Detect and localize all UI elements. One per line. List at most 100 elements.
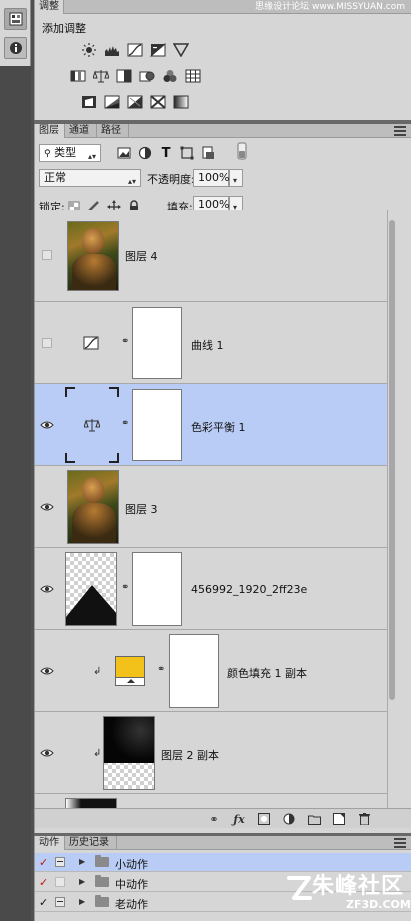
filter-kind-label: 类型	[54, 146, 77, 159]
layer-thumbnail[interactable]	[67, 470, 119, 544]
filter-smart-object-icon[interactable]	[199, 145, 217, 161]
eye-icon[interactable]	[40, 664, 54, 678]
trash-icon[interactable]	[357, 812, 371, 826]
check-icon[interactable]: ✓	[39, 876, 48, 889]
action-set-name[interactable]: 老动作	[115, 896, 148, 912]
check-icon[interactable]: ✓	[39, 856, 48, 869]
layers-list: 图层 4 ⚭ 曲线 1 ⚭ 色彩平衡 1 图层 3 ⚭ 456992_1920_…	[35, 210, 387, 808]
layer-mask-thumbnail[interactable]	[132, 307, 182, 379]
layer-name[interactable]: 图层 4	[125, 248, 158, 264]
expand-triangle-icon[interactable]: ▶	[79, 857, 85, 866]
expand-triangle-icon[interactable]: ▶	[79, 877, 85, 886]
layer-row[interactable]: 图层 4	[35, 210, 387, 302]
add-mask-icon[interactable]	[257, 812, 271, 826]
layer-name[interactable]: 图层 3	[125, 501, 158, 517]
layer-mask-thumbnail[interactable]	[132, 552, 182, 626]
opacity-label: 不透明度:	[147, 173, 195, 186]
filter-shape-icon[interactable]	[178, 145, 196, 161]
dialog-toggle-icon[interactable]	[55, 877, 65, 887]
opacity-field[interactable]: 100%	[193, 169, 229, 187]
color-balance-icon[interactable]	[92, 68, 110, 84]
color-lookup-icon[interactable]	[184, 68, 202, 84]
layer-thumbnail[interactable]	[103, 716, 155, 790]
action-set-name[interactable]: 中动作	[115, 876, 148, 892]
expand-triangle-icon[interactable]: ▶	[79, 897, 85, 906]
link-icon[interactable]: ⚭	[121, 418, 129, 429]
new-group-icon[interactable]	[307, 812, 321, 826]
visibility-toggle[interactable]	[42, 250, 52, 260]
layer-filter-select[interactable]: ⚲ 类型 ▴▾	[39, 144, 101, 162]
layer-mask-thumbnail[interactable]	[169, 634, 219, 708]
posterize-icon[interactable]	[103, 94, 121, 110]
threshold-icon[interactable]	[126, 94, 144, 110]
action-set-name[interactable]: 小动作	[115, 856, 148, 872]
eye-icon[interactable]	[40, 500, 54, 514]
check-icon[interactable]: ✓	[39, 896, 48, 909]
info-dock-icon[interactable]	[4, 37, 27, 59]
selective-color-icon[interactable]	[149, 94, 167, 110]
new-adjustment-icon[interactable]	[282, 812, 296, 826]
blend-mode-select[interactable]: 正常 ▴▾	[39, 169, 141, 187]
layer-thumbnail[interactable]	[65, 552, 117, 626]
portrait-face	[82, 477, 104, 503]
opacity-dropdown-button[interactable]: ▾	[229, 169, 243, 187]
layer-thumbnail[interactable]	[65, 798, 117, 808]
exposure-icon[interactable]	[149, 42, 167, 58]
link-icon[interactable]: ⚭	[121, 582, 129, 593]
tab-channels[interactable]: 通道	[65, 124, 97, 138]
gradient-map-icon[interactable]	[172, 94, 190, 110]
eye-icon[interactable]	[40, 746, 54, 760]
fill-color-swatch[interactable]	[115, 656, 145, 686]
tab-adjustments[interactable]: 调整	[35, 0, 64, 14]
layer-thumbnail[interactable]	[67, 221, 119, 291]
layers-panel-menu-icon[interactable]	[394, 126, 406, 136]
visibility-toggle[interactable]	[42, 338, 52, 348]
tab-history[interactable]: 历史记录	[65, 836, 117, 850]
tab-layers[interactable]: 图层	[35, 124, 65, 138]
brightness-contrast-icon[interactable]	[80, 42, 98, 58]
levels-icon[interactable]	[103, 42, 121, 58]
layer-mask-thumbnail[interactable]	[132, 389, 182, 461]
tab-actions[interactable]: 动作	[35, 836, 65, 850]
invert-icon[interactable]	[80, 94, 98, 110]
layer-name[interactable]: 颜色填充 1 副本	[227, 665, 307, 681]
layer-row-selected[interactable]: ⚭ 色彩平衡 1	[35, 384, 387, 466]
layer-row[interactable]	[35, 794, 387, 808]
layer-name[interactable]: 图层 2 副本	[161, 747, 219, 763]
link-icon[interactable]: ⚭	[121, 336, 129, 347]
curves-icon[interactable]	[126, 42, 144, 58]
layer-row[interactable]: ↲ 图层 2 副本	[35, 712, 387, 794]
folder-icon	[95, 855, 109, 867]
link-layers-icon[interactable]: ⚭	[207, 812, 221, 826]
eye-icon[interactable]	[40, 582, 54, 596]
link-icon[interactable]: ⚭	[157, 664, 165, 675]
fx-icon[interactable]: ƒx	[232, 812, 246, 826]
eye-icon[interactable]	[40, 418, 54, 432]
black-white-icon[interactable]	[115, 68, 133, 84]
dialog-toggle-icon[interactable]	[55, 857, 65, 867]
layer-row[interactable]: ↲ ⚭ 颜色填充 1 副本	[35, 630, 387, 712]
filter-adjustment-icon[interactable]	[136, 145, 154, 161]
channel-mixer-icon[interactable]	[161, 68, 179, 84]
photo-filter-icon[interactable]	[138, 68, 156, 84]
dialog-toggle-icon[interactable]	[55, 897, 65, 907]
vibrance-icon[interactable]	[172, 42, 190, 58]
new-layer-icon[interactable]	[332, 812, 346, 826]
layers-scrollbar[interactable]	[387, 210, 395, 808]
filter-type-icon[interactable]: T	[157, 145, 175, 161]
layer-row[interactable]: ⚭ 曲线 1	[35, 302, 387, 384]
layer-name[interactable]: 色彩平衡 1	[191, 419, 246, 435]
adjustment-thumbnail-frame[interactable]	[65, 387, 119, 463]
adjustments-dock-icon[interactable]	[4, 8, 27, 30]
filter-toggle-icon[interactable]	[233, 142, 251, 160]
scrollbar-thumb[interactable]	[389, 220, 395, 700]
layer-row[interactable]: ⚭ 456992_1920_2ff23e	[35, 548, 387, 630]
hue-saturation-icon[interactable]	[69, 68, 87, 84]
layer-name[interactable]: 456992_1920_2ff23e	[191, 583, 307, 596]
actions-panel-menu-icon[interactable]	[394, 838, 406, 848]
color-balance-adjustment-icon	[83, 417, 101, 433]
layer-row[interactable]: 图层 3	[35, 466, 387, 548]
filter-pixel-icon[interactable]	[115, 145, 133, 161]
layer-name[interactable]: 曲线 1	[191, 337, 224, 353]
tab-paths[interactable]: 路径	[97, 124, 129, 138]
